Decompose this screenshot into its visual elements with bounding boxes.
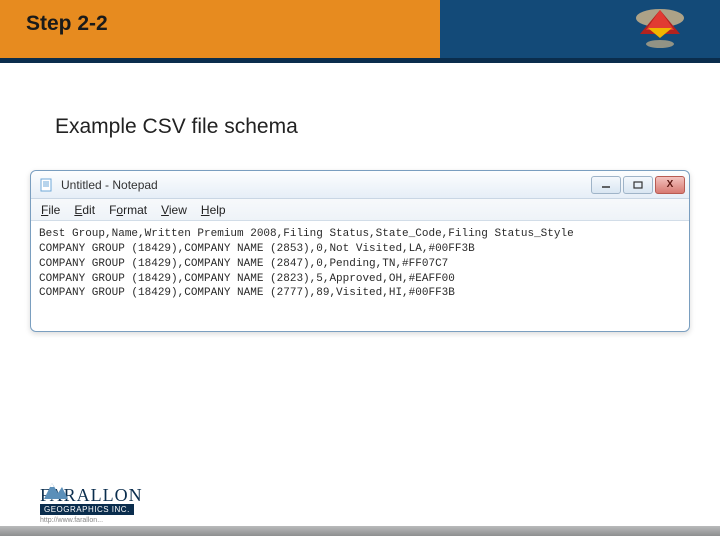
menu-view[interactable]: View (161, 203, 187, 217)
footer-url: http://www.farallon... (40, 517, 143, 524)
slide-footer: FARALLON GEOGRAPHICS INC. http://www.far… (0, 480, 720, 536)
header-divider (0, 58, 720, 63)
slide-subtitle: Example CSV file schema (55, 115, 298, 139)
minimize-button[interactable] (591, 176, 621, 194)
close-icon: X (667, 179, 674, 190)
minimize-icon (601, 181, 611, 189)
maximize-button[interactable] (623, 176, 653, 194)
window-titlebar: Untitled - Notepad X (31, 171, 689, 199)
notepad-menubar: File Edit Format View Help (31, 199, 689, 221)
footer-bar (0, 526, 720, 536)
window-title: Untitled - Notepad (61, 178, 158, 192)
slide-title: Step 2-2 (26, 12, 108, 36)
close-button[interactable]: X (655, 176, 685, 194)
slide-header: Step 2-2 (0, 0, 720, 58)
menu-format[interactable]: Format (109, 203, 147, 217)
notepad-text-area[interactable]: Best Group,Name,Written Premium 2008,Fil… (31, 221, 689, 331)
menu-help[interactable]: Help (201, 203, 226, 217)
farallon-logo: FARALLON GEOGRAPHICS INC. http://www.far… (40, 485, 143, 524)
menu-file[interactable]: File (41, 203, 60, 217)
brand-logo-icon (630, 4, 690, 50)
menu-edit[interactable]: Edit (74, 203, 95, 217)
footer-tagline: GEOGRAPHICS INC. (40, 504, 134, 515)
maximize-icon (633, 181, 643, 189)
notepad-window: Untitled - Notepad X File Edit Format Vi… (30, 170, 690, 332)
window-controls: X (589, 176, 685, 194)
notepad-app-icon (39, 177, 55, 193)
mountain-icon (40, 479, 70, 501)
